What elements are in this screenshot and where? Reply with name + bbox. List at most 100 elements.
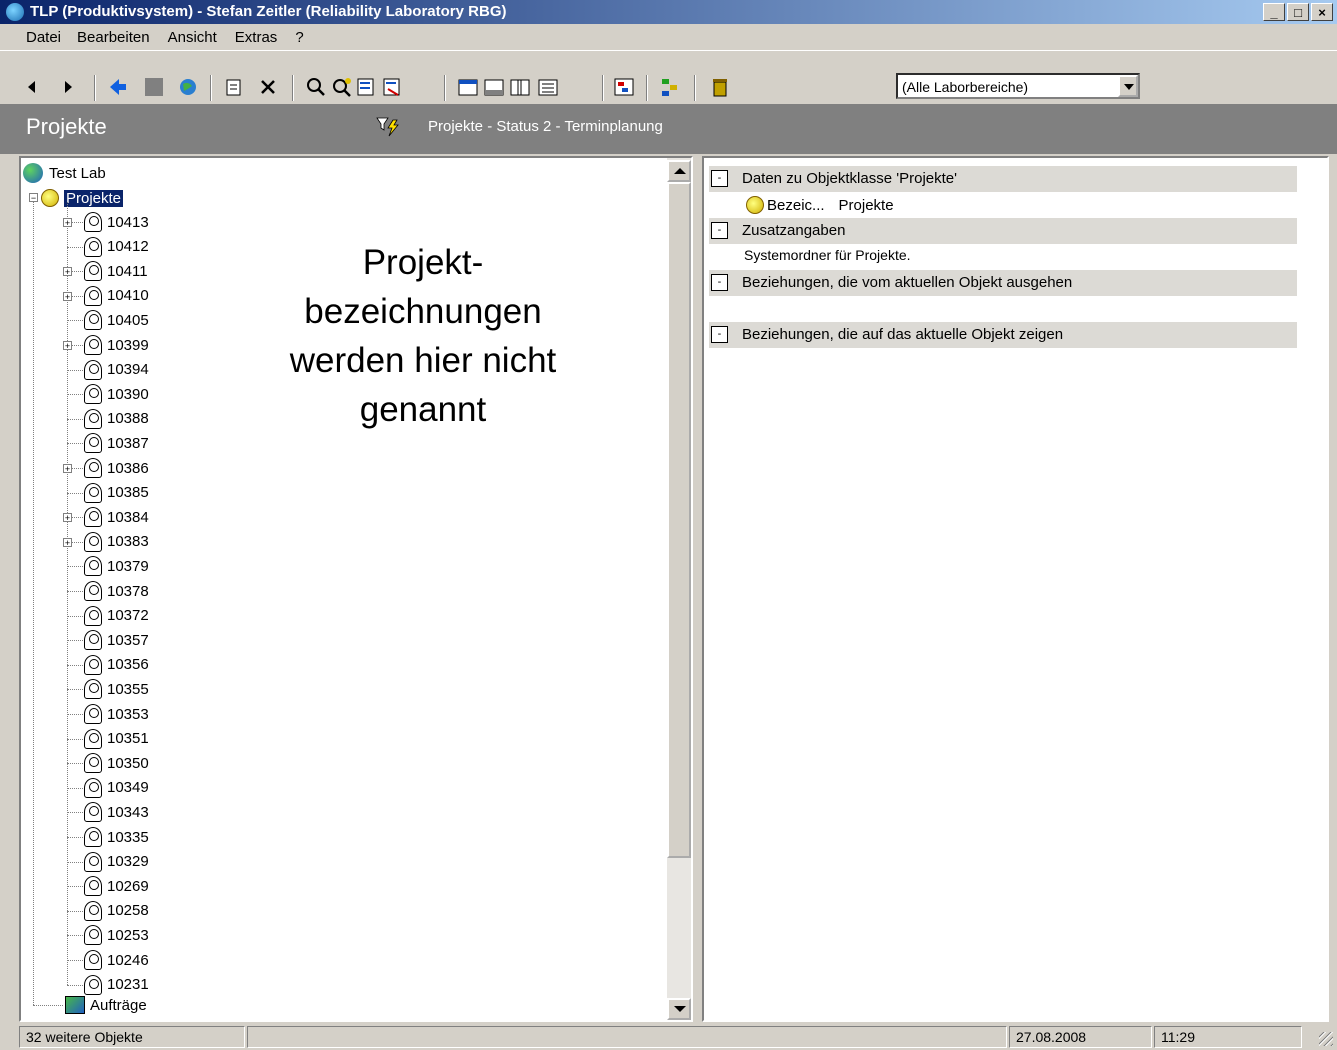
project-clock-icon (84, 335, 102, 355)
tree-project-item[interactable]: 10349 (84, 776, 149, 800)
toolbar-separator (292, 75, 294, 101)
tree-connector (67, 394, 85, 396)
resize-grip-icon[interactable] (1319, 1032, 1333, 1046)
section-outgoing-relations: - Beziehungen, die vom aktuellen Objekt … (709, 270, 1297, 296)
collapse-section-button[interactable]: - (711, 326, 728, 343)
tree-project-item[interactable]: 10372 (84, 604, 149, 628)
tree-project-item[interactable]: 10269 (84, 874, 149, 898)
expand-project-toggle[interactable]: + (63, 291, 72, 301)
properties-button[interactable] (224, 77, 244, 97)
tree-project-label: 10372 (107, 607, 149, 625)
project-clock-icon (84, 433, 102, 454)
tree-project-item[interactable]: 10350 (84, 751, 149, 775)
title-bar[interactable]: TLP (Produktivsystem) - Stefan Zeitler (… (0, 0, 1337, 24)
scroll-down-icon[interactable] (667, 998, 691, 1020)
toolbar-separator (210, 75, 212, 101)
tree-project-item[interactable]: 10405 (84, 308, 149, 332)
split-pane-button[interactable] (510, 77, 530, 97)
chevron-down-icon[interactable] (1118, 75, 1138, 97)
tree-project-item[interactable]: 10388 (84, 407, 149, 431)
collapse-section-button[interactable]: - (711, 170, 728, 187)
tree-project-item[interactable]: 10335 (84, 825, 149, 849)
expand-project-toggle[interactable]: + (63, 267, 72, 277)
tree-folder-auftraege[interactable]: Aufträge (65, 993, 147, 1017)
scroll-thumb[interactable] (667, 182, 691, 858)
tree-project-item[interactable]: 10399 (84, 333, 149, 357)
tree-root[interactable]: Test Lab (23, 161, 106, 185)
list-filter-icon (357, 78, 374, 96)
menu-extras[interactable]: Extras (225, 26, 286, 48)
tree-project-item[interactable]: 10329 (84, 850, 149, 874)
close-button[interactable]: × (1311, 3, 1333, 21)
tree-project-label: 10349 (107, 779, 149, 797)
tree-project-item[interactable]: 10413 (84, 210, 149, 234)
lab-area-select[interactable]: (Alle Laborbereiche) (896, 73, 1140, 99)
tree-scrollbar[interactable] (667, 158, 691, 1020)
filter-list-red-button[interactable] (382, 77, 402, 97)
expand-project-toggle[interactable]: + (63, 218, 72, 228)
tree-project-item[interactable]: 10383 (84, 530, 149, 554)
hierarchy-button[interactable] (660, 77, 680, 97)
menu-ansicht[interactable]: Ansicht (158, 26, 225, 48)
nav-back-button[interactable] (22, 77, 42, 97)
advanced-search-button[interactable] (332, 77, 352, 97)
tree-project-item[interactable]: 10412 (84, 235, 149, 259)
tree-project-item[interactable]: 10258 (84, 899, 149, 923)
tree-project-label: 10388 (107, 410, 149, 428)
project-clock-icon (84, 900, 102, 921)
expand-project-toggle[interactable]: + (63, 513, 72, 523)
tree-project-item[interactable]: 10390 (84, 382, 149, 406)
tree-project-item[interactable]: 10387 (84, 431, 149, 455)
tree-folder-projekte[interactable]: Projekte (41, 186, 124, 210)
minimize-button[interactable]: _ (1263, 3, 1285, 21)
tree-project-item[interactable]: 10355 (84, 677, 149, 701)
tree-project-label: 10405 (107, 311, 149, 329)
tree-project-item[interactable]: 10410 (84, 284, 149, 308)
tree-project-item[interactable]: 10253 (84, 923, 149, 947)
tree-project-item[interactable]: 10378 (84, 579, 149, 603)
collapse-section-button[interactable]: - (711, 274, 728, 291)
details-pane-button[interactable] (538, 77, 558, 97)
list-filter-red-icon (383, 78, 400, 96)
back-blue-button[interactable] (108, 77, 128, 97)
expand-project-toggle[interactable]: + (63, 341, 72, 351)
orders-icon (65, 996, 85, 1014)
tree-project-item[interactable]: 10351 (84, 727, 149, 751)
tree-project-item[interactable]: 10379 (84, 554, 149, 578)
section-additional: - Zusatzangaben (709, 218, 1297, 244)
tree-project-item[interactable]: 10343 (84, 800, 149, 824)
collapse-section-button[interactable]: - (711, 222, 728, 239)
globe-icon (180, 79, 196, 95)
stop-button[interactable] (144, 77, 164, 97)
tree-project-item[interactable]: 10411 (84, 259, 148, 283)
globe-button[interactable] (178, 77, 198, 97)
menu-bearbeiten[interactable]: Bearbeiten (69, 26, 158, 48)
filter-lightning-icon[interactable] (376, 116, 402, 138)
tree-project-item[interactable]: 10385 (84, 481, 149, 505)
tree-project-item[interactable]: 10394 (84, 358, 149, 382)
delete-button[interactable] (258, 77, 278, 97)
tree-project-item[interactable]: 10353 (84, 702, 149, 726)
tree-project-item[interactable]: 10356 (84, 653, 149, 677)
filter-list-button[interactable] (356, 77, 376, 97)
expand-project-toggle[interactable]: + (63, 464, 72, 474)
scroll-up-icon[interactable] (667, 160, 691, 182)
collapse-projekte-toggle[interactable]: − (29, 193, 38, 203)
expand-project-toggle[interactable]: + (63, 537, 72, 547)
nav-forward-button[interactable] (58, 77, 78, 97)
tree-project-item[interactable]: 10246 (84, 948, 149, 972)
tree-project-label: 10387 (107, 434, 149, 452)
tree-project-item[interactable]: 10357 (84, 628, 149, 652)
tree-project-item[interactable]: 10384 (84, 505, 149, 529)
tree-project-item[interactable]: 10386 (84, 456, 149, 480)
trash-button[interactable] (710, 77, 730, 97)
window-view-button[interactable] (458, 77, 478, 97)
bottom-pane-button[interactable] (484, 77, 504, 97)
tree-view-button[interactable] (614, 77, 634, 97)
menu-help[interactable]: ? (285, 26, 311, 48)
tree-connector (67, 443, 85, 445)
search-button[interactable] (306, 77, 326, 97)
menu-datei[interactable]: Datei (0, 26, 69, 48)
app-icon (6, 3, 24, 21)
maximize-button[interactable]: □ (1287, 3, 1309, 21)
